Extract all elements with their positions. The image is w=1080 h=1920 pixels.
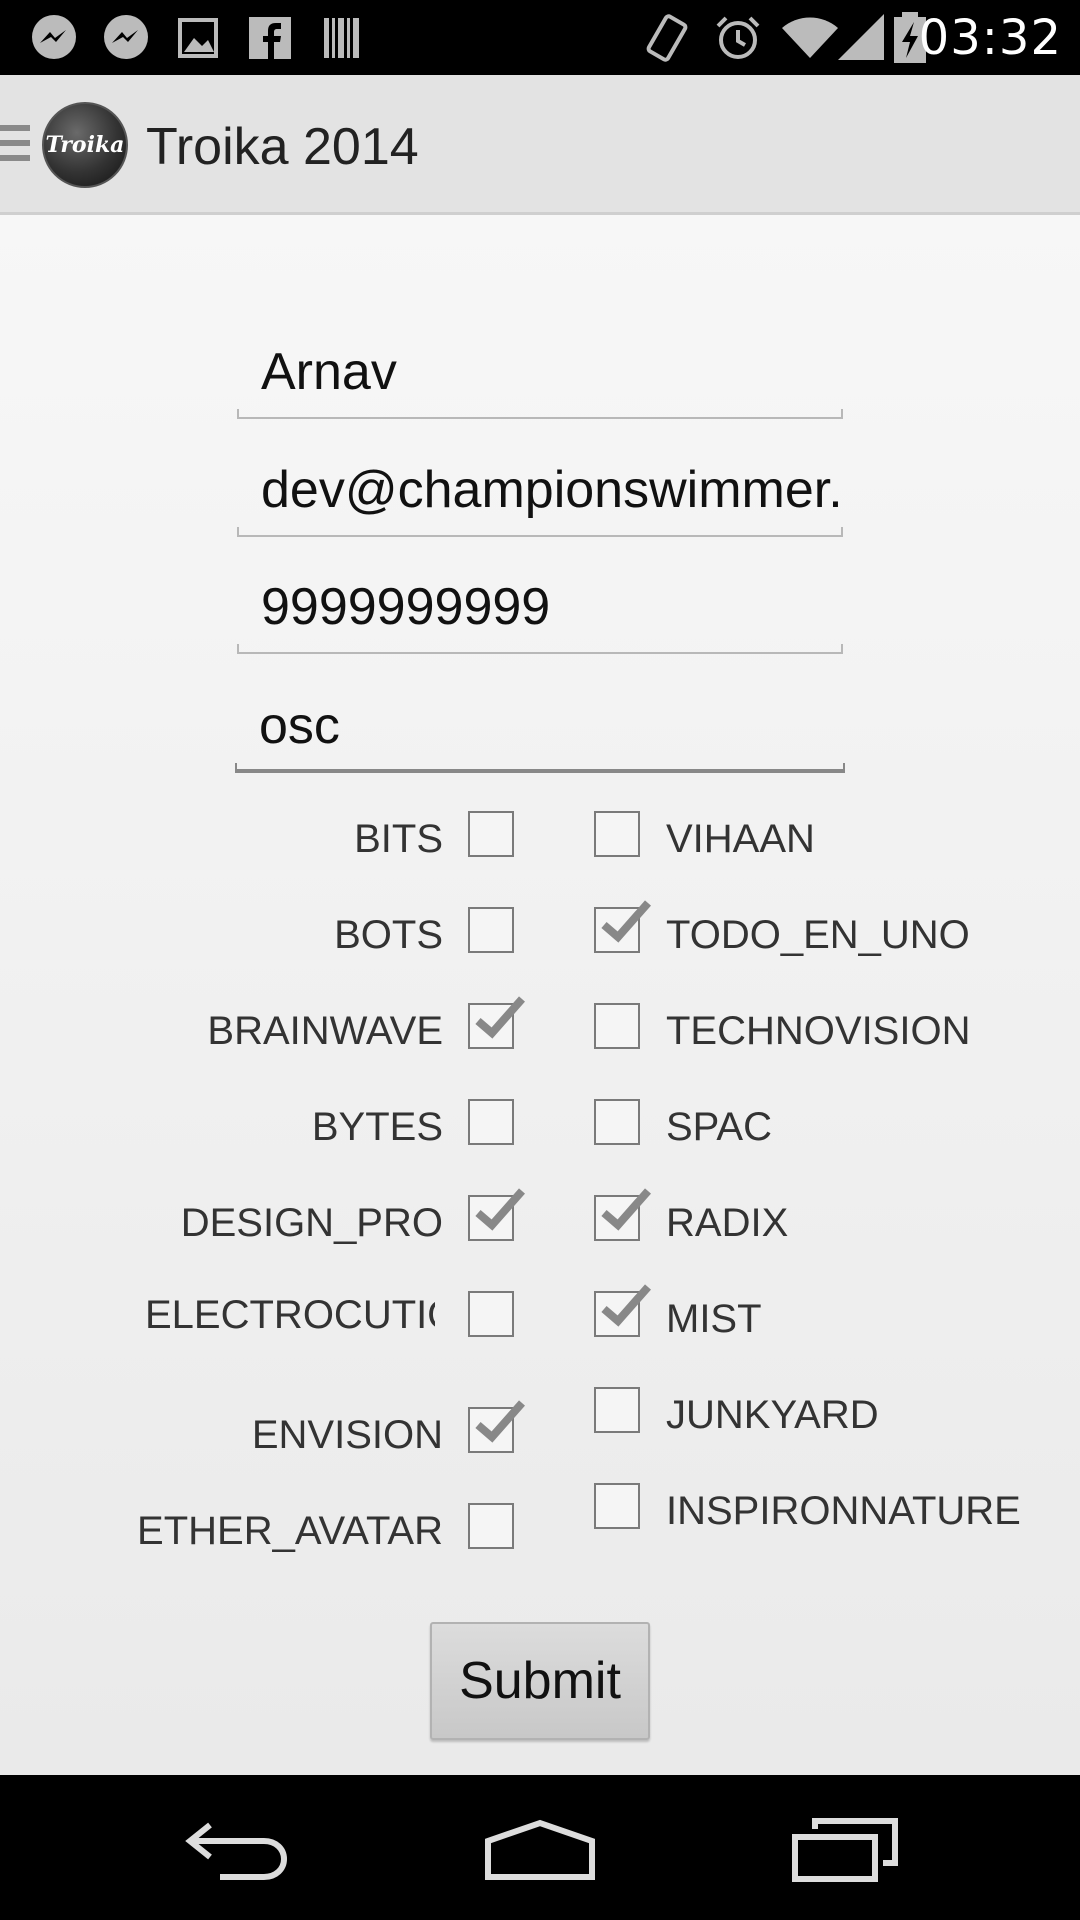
email-field[interactable] bbox=[237, 455, 843, 525]
college-field-wrapper bbox=[235, 691, 845, 773]
checkmark-icon bbox=[475, 1188, 525, 1231]
event-label: RADIX bbox=[666, 1201, 789, 1245]
checkmark-icon bbox=[601, 1188, 651, 1231]
action-bar: Troika Troika 2014 bbox=[0, 75, 1080, 215]
event-label: TODO_EN_UNO bbox=[666, 913, 970, 957]
app-title: Troika 2014 bbox=[146, 118, 419, 176]
app-logo[interactable]: Troika bbox=[42, 102, 128, 188]
submit-button[interactable]: Submit bbox=[430, 1622, 650, 1740]
messenger-icon bbox=[32, 15, 76, 59]
status-bar: 03:32 bbox=[0, 0, 1080, 75]
event-checkbox-ether-avatar[interactable] bbox=[468, 1503, 514, 1549]
event-label: ETHER_AVATAR bbox=[137, 1509, 443, 1553]
status-time: 03:32 bbox=[918, 10, 1062, 66]
screen: 03:32 Troika Troika 2014 B bbox=[0, 0, 1080, 1920]
event-checkbox-radix[interactable] bbox=[594, 1188, 651, 1241]
college-field[interactable] bbox=[235, 691, 845, 761]
event-row: DESIGN_PRO RADIX bbox=[0, 1181, 1080, 1277]
event-checkbox-bots[interactable] bbox=[468, 907, 514, 953]
recent-apps-icon[interactable] bbox=[785, 1807, 905, 1887]
registration-form: BITS VIHAAN BOTS TODO_EN_UNO BRAINWAVE T… bbox=[0, 215, 1080, 1775]
event-checkbox-electrocution[interactable] bbox=[468, 1291, 514, 1337]
checkmark-icon bbox=[475, 996, 525, 1039]
event-row: BRAINWAVE TECHNOVISION bbox=[0, 989, 1080, 1085]
college-field-underline bbox=[235, 763, 845, 773]
event-checkbox-junkyard[interactable] bbox=[594, 1387, 640, 1433]
event-row: ENVISION JUNKYARD bbox=[0, 1373, 1080, 1469]
event-label: BRAINWAVE bbox=[207, 1009, 443, 1053]
phone-field-wrapper bbox=[237, 572, 843, 654]
phone-field[interactable] bbox=[237, 572, 843, 642]
event-label: VIHAAN bbox=[666, 817, 815, 861]
event-label: ENVISION bbox=[251, 1413, 443, 1457]
event-row: ELECTROCUTION MIST bbox=[0, 1277, 1080, 1373]
event-row: BYTES SPAC bbox=[0, 1085, 1080, 1181]
event-checkbox-inspironnature[interactable] bbox=[594, 1483, 640, 1529]
event-checkbox-todo-en-uno[interactable] bbox=[594, 900, 651, 953]
vibrate-icon bbox=[646, 14, 688, 62]
email-field-wrapper bbox=[237, 455, 843, 537]
event-checkbox-design-pro[interactable] bbox=[468, 1188, 525, 1241]
event-checkbox-brainwave[interactable] bbox=[468, 996, 525, 1049]
home-icon[interactable] bbox=[480, 1807, 600, 1887]
barcode-icon bbox=[324, 18, 359, 58]
phone-field-underline bbox=[237, 644, 843, 654]
name-field-underline bbox=[237, 409, 843, 419]
app-logo-text: Troika bbox=[45, 132, 125, 158]
navigation-bar bbox=[0, 1775, 1080, 1920]
event-checkbox-spac[interactable] bbox=[594, 1099, 640, 1145]
image-icon bbox=[178, 18, 218, 58]
wifi-icon bbox=[782, 17, 838, 58]
event-label: BOTS bbox=[334, 913, 443, 957]
drawer-menu-icon[interactable] bbox=[0, 125, 30, 165]
event-label: DESIGN_PRO bbox=[180, 1201, 443, 1245]
event-checkbox-mist[interactable] bbox=[594, 1284, 651, 1337]
event-checkbox-bits[interactable] bbox=[468, 811, 514, 857]
messenger-icon bbox=[104, 15, 148, 59]
name-field-wrapper bbox=[237, 337, 843, 419]
signal-icon bbox=[838, 14, 884, 60]
email-field-underline bbox=[237, 527, 843, 537]
checkmark-icon bbox=[475, 1400, 525, 1443]
event-label: MIST bbox=[666, 1297, 762, 1341]
alarm-icon bbox=[716, 16, 760, 59]
checkmark-icon bbox=[601, 900, 651, 943]
event-checkbox-envision[interactable] bbox=[468, 1400, 525, 1453]
event-row: ETHER_AVATAR INSPIRONNATURE bbox=[0, 1469, 1080, 1565]
event-label: BYTES bbox=[311, 1105, 443, 1149]
event-label: INSPIRONNATURE bbox=[666, 1489, 1021, 1533]
name-field[interactable] bbox=[237, 337, 843, 407]
event-label: JUNKYARD bbox=[666, 1393, 879, 1437]
event-checkbox-bytes[interactable] bbox=[468, 1099, 514, 1145]
checkmark-icon bbox=[601, 1284, 651, 1327]
event-row: BITS VIHAAN bbox=[0, 797, 1080, 893]
facebook-icon bbox=[249, 17, 291, 59]
event-label: TECHNOVISION bbox=[666, 1009, 971, 1053]
event-label: SPAC bbox=[666, 1105, 772, 1149]
event-row: BOTS TODO_EN_UNO bbox=[0, 893, 1080, 989]
event-checkbox-technovision[interactable] bbox=[594, 1003, 640, 1049]
back-icon[interactable] bbox=[180, 1807, 300, 1887]
event-checkbox-vihaan[interactable] bbox=[594, 811, 640, 857]
event-label: ELECTROCUTION bbox=[145, 1293, 435, 1337]
event-label: BITS bbox=[354, 817, 443, 861]
